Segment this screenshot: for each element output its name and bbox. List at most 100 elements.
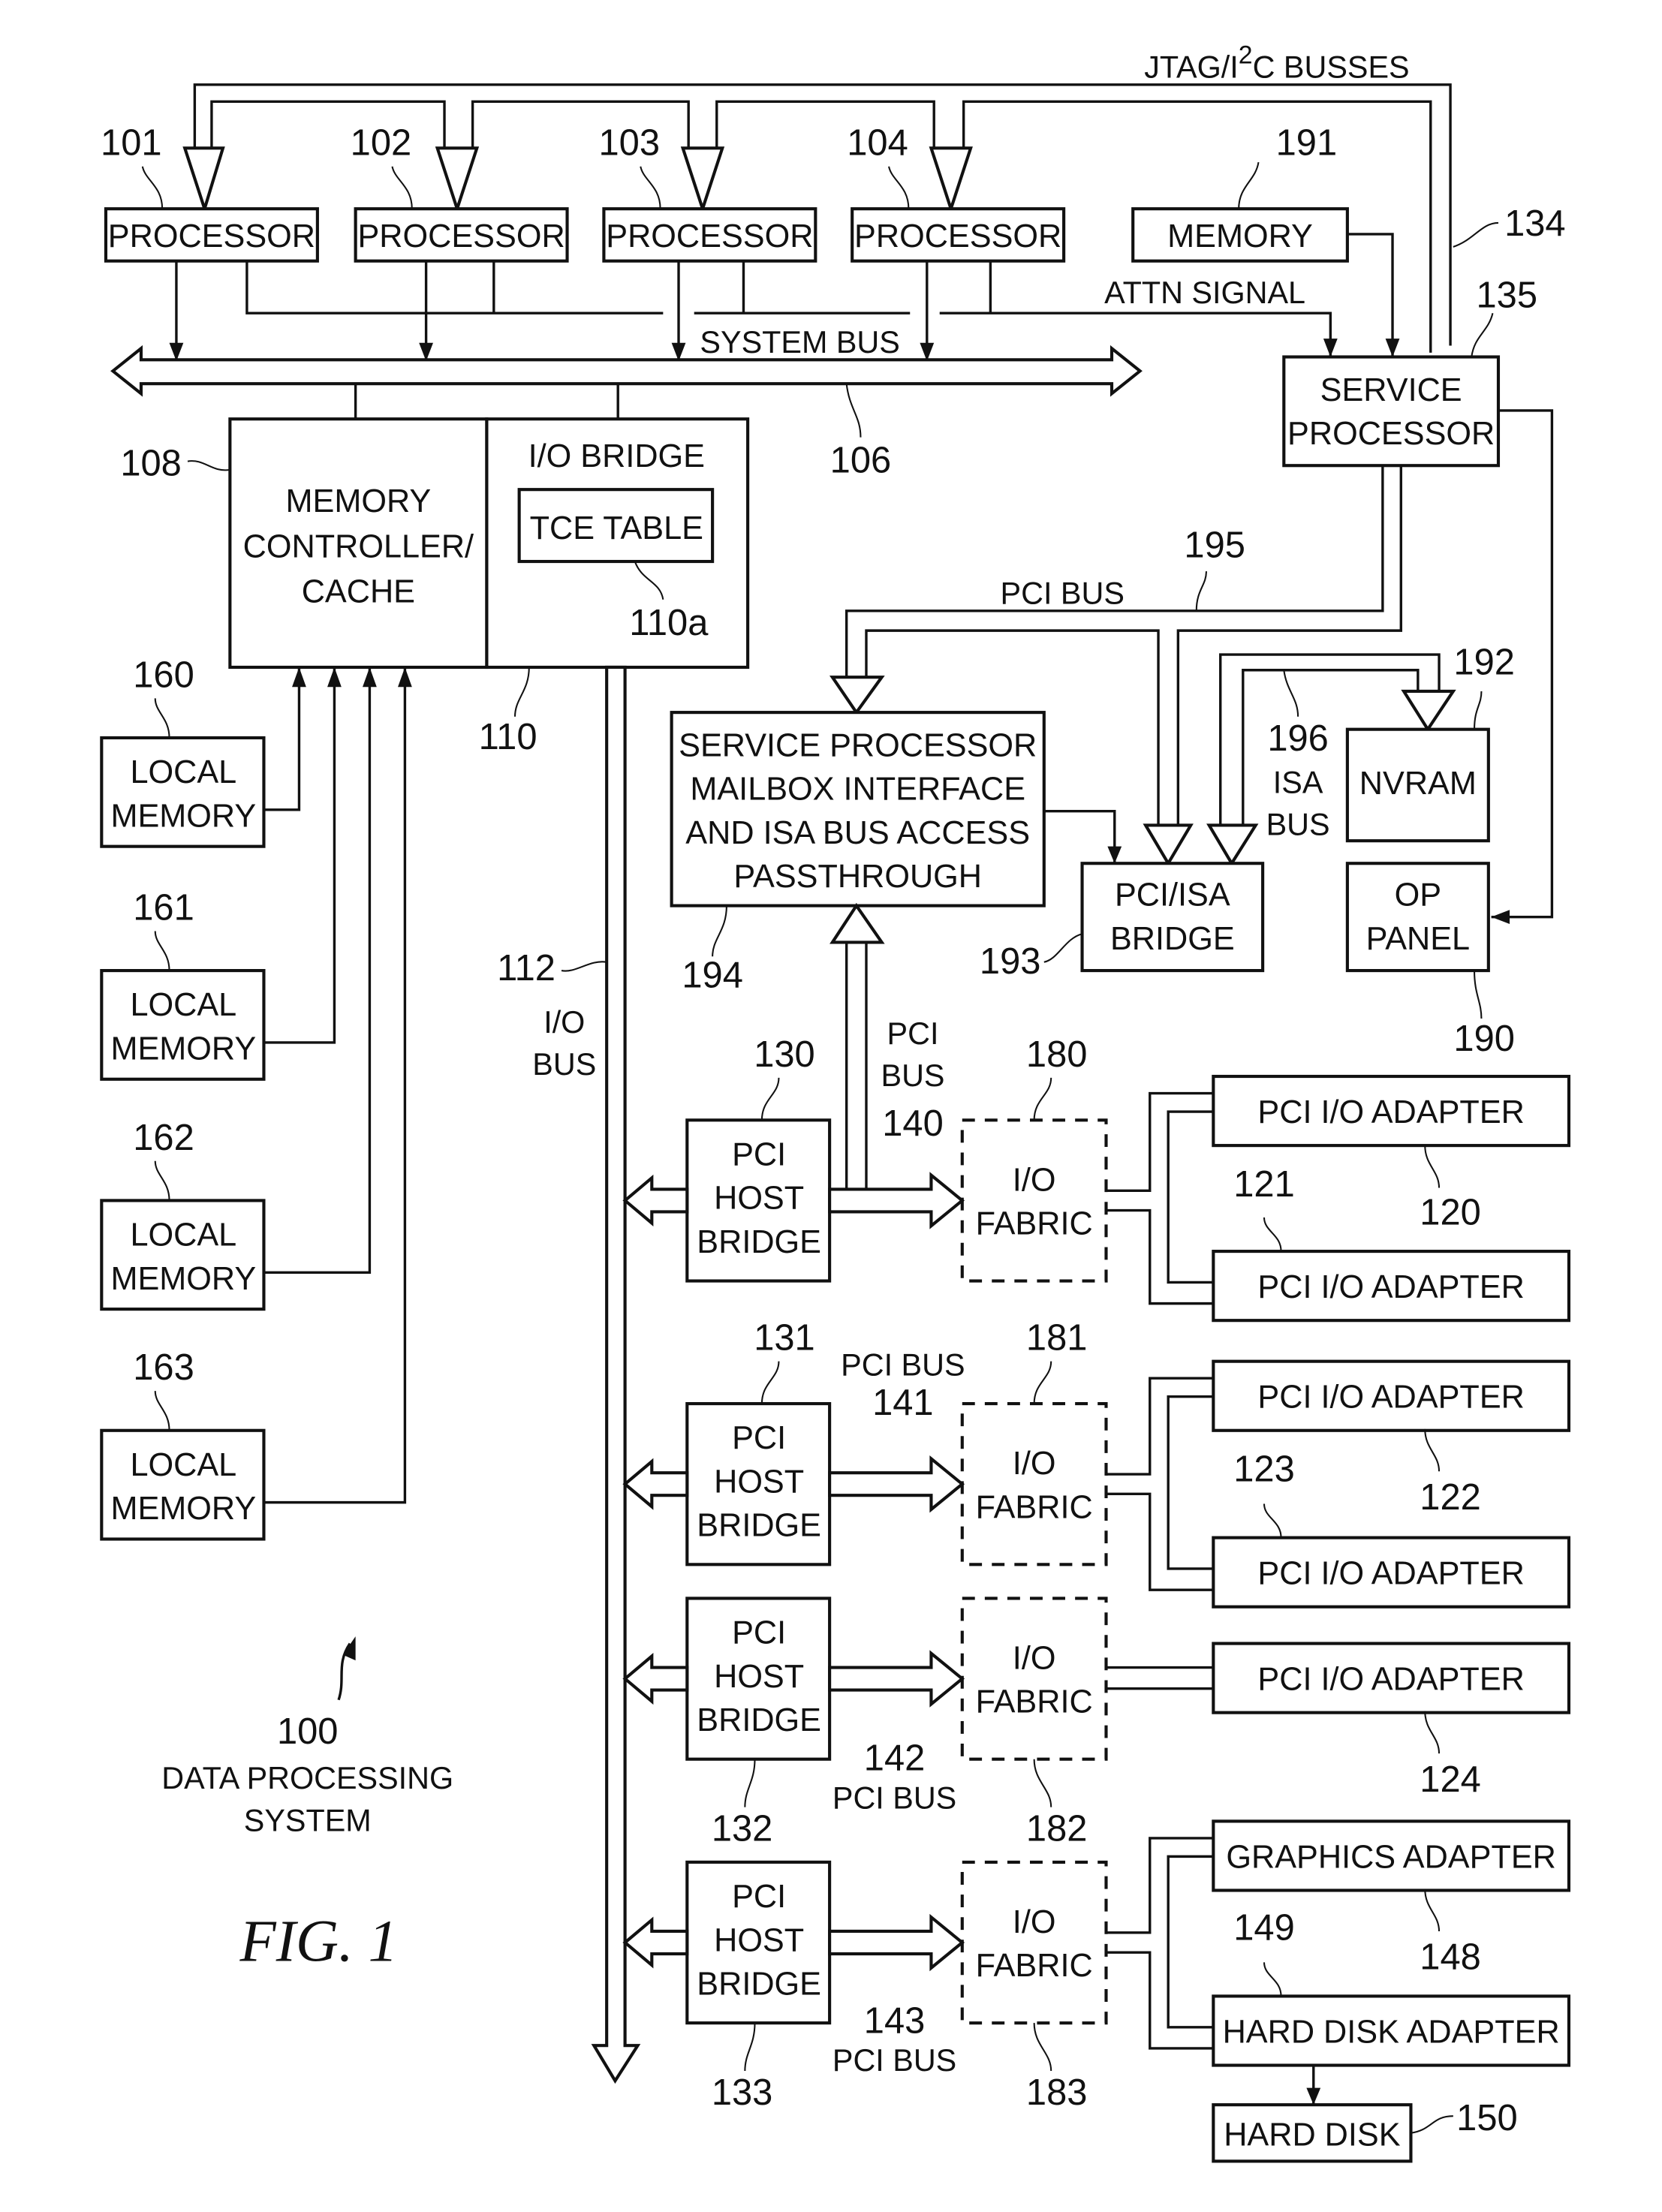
ref-141: 141	[872, 1383, 934, 1423]
ref-196: 196	[1267, 718, 1329, 759]
svg-text:I/O BRIDGE: I/O BRIDGE	[528, 438, 705, 474]
ref-143: 143	[864, 2000, 926, 2041]
svg-text:181: 181	[1026, 1318, 1088, 1359]
svg-text:110a: 110a	[629, 603, 709, 643]
adapter-bus	[1106, 1377, 1214, 1476]
svg-text:192: 192	[1453, 642, 1515, 682]
svg-text:PCI/ISA: PCI/ISA	[1115, 877, 1230, 913]
ref-134: 134	[1504, 203, 1566, 244]
adapter-149: HARD DISK ADAPTER 149	[1212, 1907, 1571, 2067]
pci-host-bridge-131: PCI HOST BRIDGE 131	[622, 1318, 832, 1566]
mailbox-to-bridge	[1043, 810, 1116, 864]
svg-text:193: 193	[980, 941, 1041, 982]
svg-text:CONTROLLER/: CONTROLLER/	[243, 528, 474, 564]
io-bus	[591, 665, 641, 2084]
svg-text:MEMORY: MEMORY	[110, 1491, 256, 1527]
svg-text:108: 108	[120, 443, 182, 483]
svg-text:183: 183	[1026, 2072, 1088, 2113]
processor-label: PROCESSOR	[606, 218, 813, 254]
pci-bus-140-to-mailbox	[829, 902, 885, 1193]
svg-text:122: 122	[1420, 1477, 1481, 1518]
svg-text:BRIDGE: BRIDGE	[1110, 921, 1235, 957]
svg-text:131: 131	[754, 1318, 815, 1359]
svg-text:182: 182	[1026, 1809, 1088, 1849]
pci-bus-arrow-140	[828, 1172, 965, 1229]
svg-text:PANEL: PANEL	[1366, 921, 1471, 957]
svg-text:MEMORY: MEMORY	[110, 1031, 256, 1067]
adapter-124: PCI I/O ADAPTER 124	[1212, 1642, 1571, 1800]
svg-text:FABRIC: FABRIC	[976, 1489, 1093, 1525]
svg-text:TCE TABLE: TCE TABLE	[530, 510, 703, 546]
svg-text:BRIDGE: BRIDGE	[697, 1702, 821, 1738]
svg-text:121: 121	[1233, 1164, 1295, 1205]
svg-text:NVRAM: NVRAM	[1359, 766, 1477, 802]
svg-text:MAILBOX INTERFACE: MAILBOX INTERFACE	[690, 772, 1025, 808]
adapter-label: HARD DISK ADAPTER	[1223, 2014, 1560, 2050]
figure-title: FIG. 1	[239, 1909, 398, 1974]
isa-bus-label-2: BUS	[1266, 808, 1330, 842]
pci-host-bridge-133: PCI HOST BRIDGE 133	[622, 1860, 832, 2113]
local-memory-160: LOCAL MEMORY 160	[100, 655, 306, 848]
svg-text:LOCAL: LOCAL	[130, 1447, 236, 1483]
pci-bus-142-label: PCI BUS	[833, 1780, 956, 1815]
adapter-label: PCI I/O ADAPTER	[1257, 1269, 1524, 1305]
svg-text:LOCAL: LOCAL	[130, 754, 236, 790]
svg-text:162: 162	[133, 1118, 194, 1158]
svg-text:FABRIC: FABRIC	[976, 1948, 1093, 1984]
svg-text:124: 124	[1420, 1759, 1481, 1800]
svg-text:MEMORY: MEMORY	[1167, 218, 1313, 254]
service-processor: SERVICE PROCESSOR 135	[1282, 275, 1537, 468]
io-fabric-180: I/O FABRIC 180	[960, 1034, 1108, 1283]
svg-text:130: 130	[754, 1034, 815, 1075]
svg-text:148: 148	[1420, 1937, 1481, 1978]
svg-text:PCI: PCI	[732, 1420, 786, 1456]
io-fabric-181: I/O FABRIC 181	[960, 1318, 1108, 1566]
svg-text:LOCAL: LOCAL	[130, 987, 236, 1023]
adapter-123: PCI I/O ADAPTER 123	[1212, 1449, 1571, 1609]
system-bus	[110, 345, 1143, 397]
attn-signal-label: ATTN SIGNAL	[1104, 275, 1305, 310]
isa-bus-label-1: ISA	[1273, 765, 1323, 799]
adapter-label: GRAPHICS ADAPTER	[1226, 1839, 1555, 1875]
svg-text:PASSTHROUGH: PASSTHROUGH	[733, 859, 982, 895]
svg-text:MEMORY: MEMORY	[286, 483, 432, 519]
io-bus-label-1: I/O	[543, 1005, 585, 1040]
svg-text:PROCESSOR: PROCESSOR	[1287, 416, 1495, 452]
svg-text:AND ISA BUS ACCESS: AND ISA BUS ACCESS	[685, 815, 1030, 851]
hard-disk: HARD DISK 150	[1212, 2065, 1518, 2163]
svg-text:OP: OP	[1395, 877, 1441, 913]
svg-text:191: 191	[1276, 123, 1338, 164]
data-processing-system-diagram: JTAG/I2C BUSSES 134 PROCESSOR 101 PROCESSO…	[100, 41, 1571, 2163]
memory-191: MEMORY 191	[1131, 123, 1349, 263]
local-memory-161: LOCAL MEMORY 161	[100, 667, 342, 1081]
processor-ref: 104	[847, 123, 908, 164]
svg-text:132: 132	[712, 1809, 773, 1849]
adapter-label: PCI I/O ADAPTER	[1257, 1094, 1524, 1130]
io-fabric-183: I/O FABRIC 183	[960, 1860, 1108, 2113]
svg-text:120: 120	[1420, 1192, 1481, 1232]
svg-text:100: 100	[277, 1711, 339, 1752]
svg-text:LOCAL: LOCAL	[130, 1217, 236, 1253]
io-fabric-182: I/O FABRIC 182	[960, 1597, 1108, 1849]
svg-text:110: 110	[479, 717, 537, 757]
leader-106	[845, 384, 862, 438]
svg-text:150: 150	[1456, 2098, 1518, 2138]
svg-text:HOST: HOST	[714, 1181, 804, 1217]
adapter-bus	[1106, 1951, 1214, 2050]
io-bus-link-arrow	[622, 1653, 689, 1705]
svg-text:HOST: HOST	[714, 1464, 804, 1500]
jtag-arrow-103	[680, 146, 725, 214]
svg-text:SERVICE PROCESSOR: SERVICE PROCESSOR	[679, 727, 1037, 763]
op-panel-arrow	[1491, 910, 1510, 925]
adapter-label: PCI I/O ADAPTER	[1257, 1556, 1524, 1592]
leader-134	[1453, 221, 1499, 248]
svg-text:BRIDGE: BRIDGE	[697, 1508, 821, 1544]
svg-text:190: 190	[1453, 1019, 1515, 1059]
leader-195	[1195, 571, 1207, 611]
mailbox-to-bridge-arrow	[1107, 846, 1122, 864]
svg-text:HARD DISK: HARD DISK	[1224, 2117, 1401, 2153]
adapter-bus	[1167, 1110, 1214, 1284]
svg-text:FABRIC: FABRIC	[976, 1684, 1093, 1720]
io-bus-link-arrow	[622, 1174, 689, 1226]
leader-196	[1283, 670, 1299, 717]
